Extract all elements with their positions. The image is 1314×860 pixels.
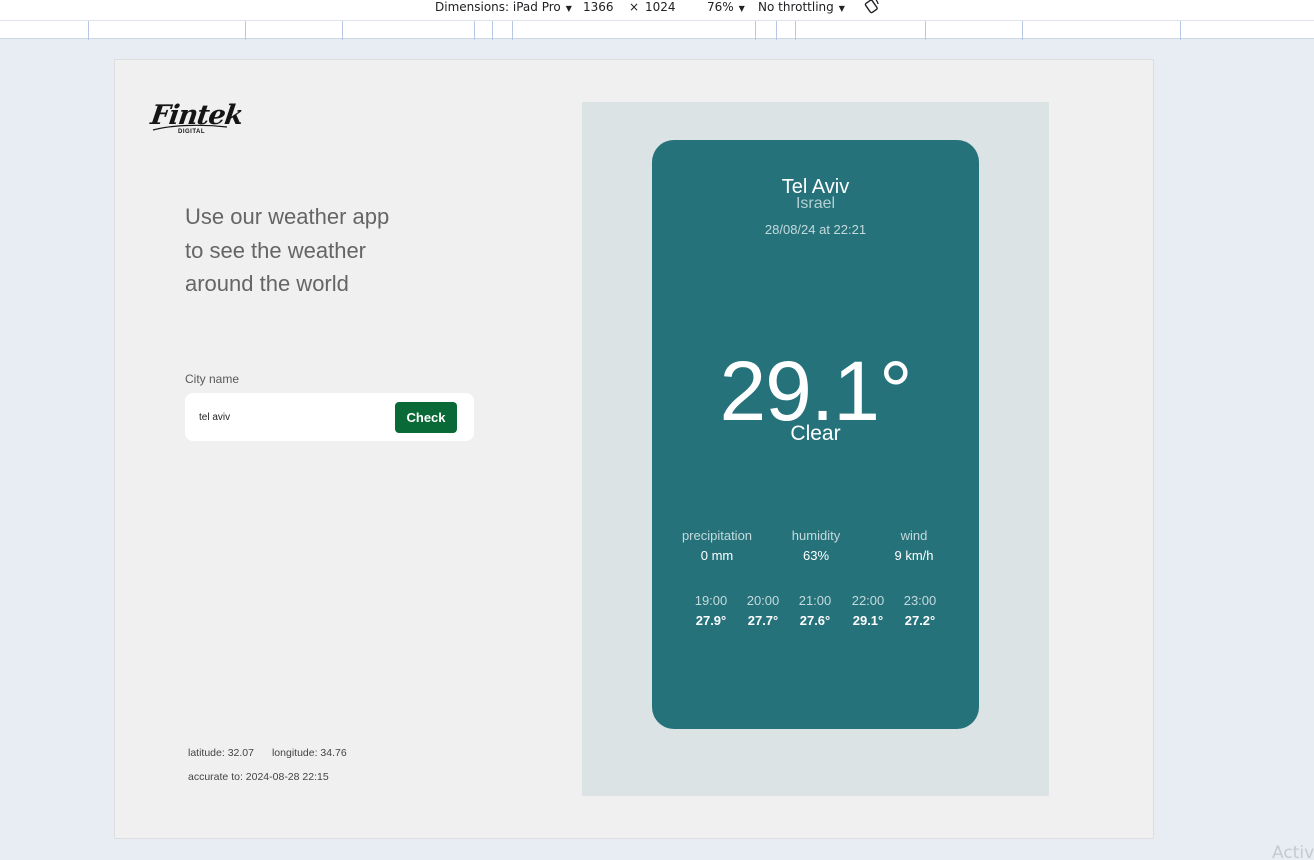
longitude-text: longitude: 34.76: [271, 747, 347, 759]
weather-stats: precipitation 0 mm humidity 63% wind 9 k…: [652, 528, 979, 570]
city-input[interactable]: [199, 407, 379, 427]
throttling-dropdown[interactable]: No throttling ▼: [758, 0, 845, 20]
stat-label: precipitation: [681, 528, 753, 543]
ruler-tick: [492, 21, 493, 40]
zoom-dropdown[interactable]: 76% ▼: [707, 0, 745, 20]
ruler-tick: [1180, 21, 1181, 40]
page-headline: Use our weather app to see the weather a…: [185, 204, 390, 296]
throttling-label: No throttling: [758, 0, 834, 14]
forecast-temp: 29.1°: [852, 613, 884, 628]
stat-label: wind: [900, 528, 928, 543]
ruler-tick: [925, 21, 926, 40]
chevron-down-icon: ▼: [565, 4, 572, 13]
country-subtitle: Israel: [795, 195, 836, 212]
forecast-item: 20:00 27.7°: [737, 593, 789, 628]
weather-condition: Clear: [790, 422, 841, 445]
height-input[interactable]: 1024: [645, 0, 676, 20]
forecast-time: 23:00: [903, 593, 937, 608]
app-page: Fintek DIGITAL Use our weather app to se…: [114, 59, 1154, 839]
forecast-temp: 27.2°: [904, 613, 936, 628]
stat-value: 63%: [802, 548, 830, 563]
observation-datetime: 28/08/24 at 22:21: [764, 222, 867, 237]
ruler-tick: [342, 21, 343, 40]
check-button[interactable]: Check: [395, 402, 457, 433]
stat-humidity: humidity 63%: [766, 528, 866, 563]
stat-value: 9 km/h: [894, 548, 934, 563]
coordinates-info: latitude: 32.07 longitude: 34.76 accurate…: [188, 741, 347, 789]
forecast-temp: 27.9°: [695, 613, 727, 628]
weather-panel: Tel Aviv Israel 28/08/24 at 22:21 29.1° …: [582, 102, 1049, 796]
forecast-time: 19:00: [694, 593, 728, 608]
latitude-text: latitude: 32.07: [188, 747, 254, 759]
zoom-label: 76%: [707, 0, 734, 14]
devtools-toolbar: Dimensions: iPad Pro ▼ 1366 × 1024 76% ▼…: [0, 0, 1314, 20]
ruler-tick: [755, 21, 756, 40]
media-query-ruler: [0, 20, 1314, 40]
ruler-tick: [245, 21, 246, 40]
chevron-down-icon: ▼: [738, 4, 745, 13]
ruler-tick: [776, 21, 777, 40]
city-name-label: City name: [185, 372, 240, 386]
stat-label: humidity: [791, 528, 841, 543]
city-search-box: Check: [185, 393, 474, 441]
ruler-tick: [88, 21, 89, 40]
chevron-down-icon: ▼: [838, 4, 845, 13]
times-sign: ×: [629, 0, 640, 14]
weather-card: Tel Aviv Israel 28/08/24 at 22:21 29.1° …: [652, 140, 979, 729]
forecast-temp: 27.7°: [747, 613, 779, 628]
ruler-tick: [1022, 21, 1023, 40]
accuracy-text: accurate to: 2024-08-28 22:15: [188, 771, 329, 783]
hourly-forecast: 19:00 27.9° 20:00 27.7° 21:00 27.6° 22:0…: [652, 593, 979, 635]
stat-wind: wind 9 km/h: [864, 528, 964, 563]
dimensions-dropdown[interactable]: Dimensions: iPad Pro ▼: [435, 0, 572, 20]
dimensions-label: Dimensions: iPad Pro: [435, 0, 561, 14]
activate-watermark: Activ: [1272, 843, 1314, 860]
ruler-tick: [512, 21, 513, 40]
fintek-logo: Fintek DIGITAL: [149, 100, 245, 140]
forecast-time: 21:00: [798, 593, 832, 608]
ruler-tick: [474, 21, 475, 40]
stat-precipitation: precipitation 0 mm: [667, 528, 767, 563]
ruler-tick: [795, 21, 796, 40]
forecast-item: 21:00 27.6°: [789, 593, 841, 628]
forecast-time: 22:00: [851, 593, 885, 608]
logo-subtitle: DIGITAL: [178, 129, 206, 135]
width-input[interactable]: 1366: [583, 0, 614, 20]
stat-value: 0 mm: [700, 548, 734, 563]
forecast-item: 23:00 27.2°: [894, 593, 946, 628]
forecast-item: 19:00 27.9°: [685, 593, 737, 628]
forecast-item: 22:00 29.1°: [842, 593, 894, 628]
rotate-icon[interactable]: [864, 0, 880, 14]
forecast-time: 20:00: [746, 593, 780, 608]
forecast-temp: 27.6°: [799, 613, 831, 628]
